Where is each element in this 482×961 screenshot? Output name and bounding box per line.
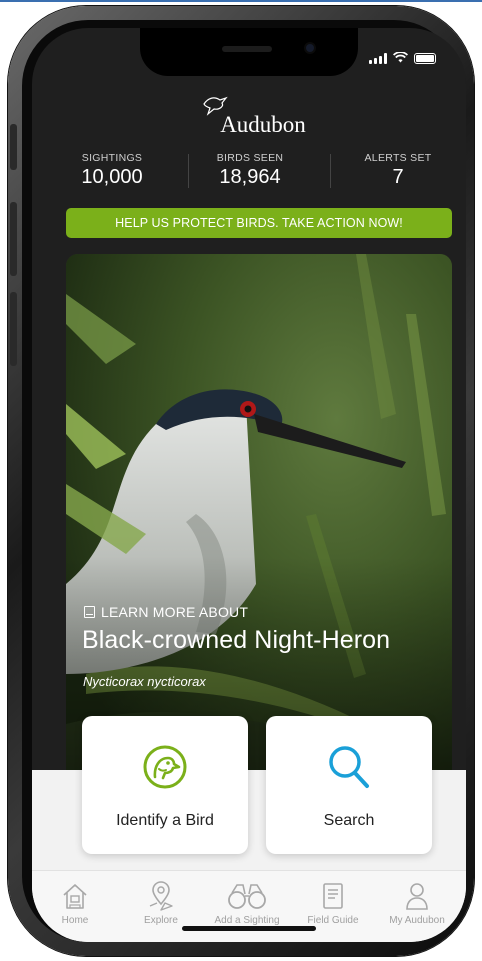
bird-head-icon	[141, 744, 189, 790]
tab-home[interactable]: Home	[32, 879, 118, 926]
binoculars-icon	[204, 879, 290, 913]
tab-my-audubon[interactable]: My Audubon	[374, 879, 460, 926]
mute-switch	[10, 124, 17, 170]
stat-sightings: SIGHTINGS 10,000	[62, 152, 162, 189]
take-action-banner[interactable]: HELP US PROTECT BIRDS. TAKE ACTION NOW!	[66, 208, 452, 238]
tab-explore[interactable]: Explore	[118, 879, 204, 926]
book-icon	[84, 606, 95, 618]
volume-up-button	[10, 202, 17, 276]
tab-label: Explore	[144, 915, 178, 926]
search-label: Search	[323, 812, 375, 829]
stat-value: 18,964	[219, 166, 281, 188]
stat-value: 10,000	[81, 166, 143, 188]
stat-divider	[188, 154, 189, 188]
stats-row: SIGHTINGS 10,000 BIRDS SEEN 18,964 ALERT…	[32, 152, 466, 192]
bird-common-name: Black-crowned Night-Heron	[82, 626, 391, 654]
top-border	[0, 0, 482, 2]
map-pin-icon	[118, 879, 204, 913]
home-icon	[32, 879, 118, 913]
home-indicator	[182, 926, 316, 931]
notch	[140, 28, 358, 76]
bird-scientific-name: Nycticorax nycticorax	[83, 674, 206, 689]
app-screen: Audubon SIGHTINGS 10,000 BIRDS SEEN 18,9…	[32, 28, 466, 942]
tab-add-sighting[interactable]: Add a Sighting	[204, 879, 290, 926]
front-camera	[304, 42, 316, 54]
stat-birds-seen: BIRDS SEEN 18,964	[200, 152, 300, 189]
tab-label: My Audubon	[389, 915, 445, 926]
search-icon	[327, 744, 371, 790]
tab-field-guide[interactable]: Field Guide	[290, 879, 376, 926]
tab-label: Add a Sighting	[214, 915, 280, 926]
phone-frame: Audubon SIGHTINGS 10,000 BIRDS SEEN 18,9…	[8, 6, 474, 956]
learn-more-text: LEARN MORE ABOUT	[101, 604, 249, 620]
identify-bird-label: Identify a Bird	[116, 812, 214, 829]
tab-label: Field Guide	[307, 915, 359, 926]
brand-name: Audubon	[220, 112, 306, 137]
stat-label: ALERTS SET	[364, 152, 432, 164]
speaker	[222, 46, 272, 52]
search-button[interactable]: Search	[266, 716, 432, 854]
battery-icon	[414, 52, 436, 64]
learn-more-label: LEARN MORE ABOUT	[84, 604, 248, 620]
stat-label: BIRDS SEEN	[216, 152, 284, 164]
book-icon	[290, 879, 376, 913]
stat-value: 7	[392, 166, 404, 188]
person-icon	[374, 879, 460, 913]
status-bar	[369, 51, 436, 64]
tab-label: Home	[61, 915, 89, 926]
tab-bar: Home Explore Add a Sighting Field Guide	[32, 870, 466, 942]
wifi-icon	[392, 51, 409, 64]
stat-label: SIGHTINGS	[81, 152, 143, 164]
stat-alerts-set: ALERTS SET 7	[348, 152, 448, 189]
stat-divider	[330, 154, 331, 188]
volume-down-button	[10, 292, 17, 366]
identify-bird-button[interactable]: Identify a Bird	[82, 716, 248, 854]
signal-icon	[369, 52, 387, 64]
